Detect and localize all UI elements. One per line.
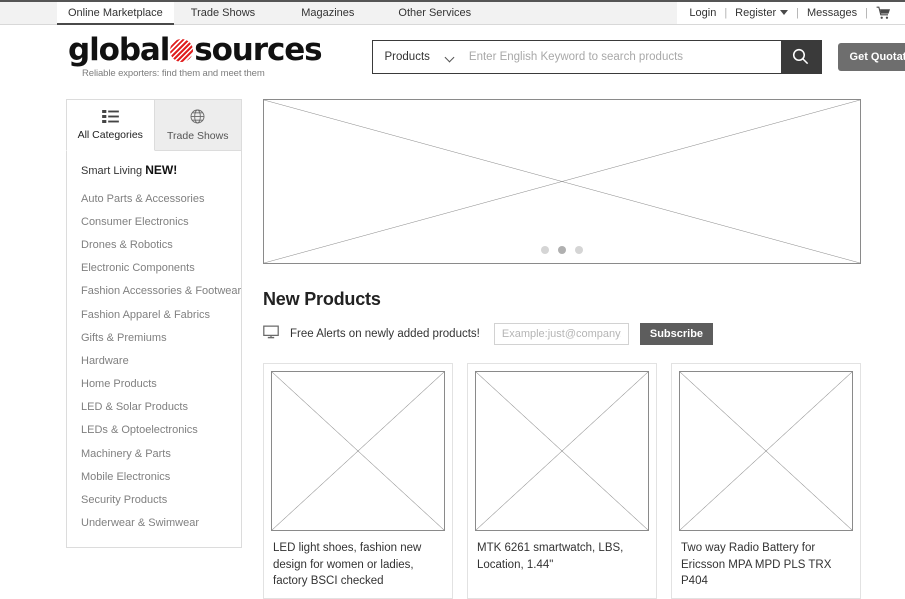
sidebar: All Categories Trade Shows Smart Living [66, 99, 242, 599]
sidebar-item-home-products[interactable]: Home Products [67, 373, 241, 396]
site-logo[interactable]: global sources Reliable exporters: find … [68, 35, 322, 79]
sidebar-item-electronic-components[interactable]: Electronic Components [67, 257, 241, 280]
sidebar-item-gifts-premiums[interactable]: Gifts & Premiums [67, 326, 241, 349]
account-nav: Login | Register | Messages | [677, 2, 905, 24]
sidebar-item-fashion-accessories[interactable]: Fashion Accessories & Footwear [67, 280, 241, 303]
nav-separator: | [865, 7, 868, 19]
product-title: LED light shoes, fashion new design for … [271, 531, 445, 598]
magnifier-icon [792, 48, 809, 65]
nav-item-trade-shows[interactable]: Trade Shows [180, 2, 266, 25]
subscribe-button[interactable]: Subscribe [640, 323, 713, 345]
free-alerts-label: Free Alerts on newly added products! [290, 328, 480, 340]
product-card[interactable]: Two way Radio Battery for Ericsson MPA M… [671, 363, 861, 599]
logo-word-global: global [68, 35, 169, 66]
chevron-down-icon [780, 10, 788, 15]
product-grid: LED light shoes, fashion new design for … [263, 363, 861, 599]
nav-item-magazines[interactable]: Magazines [290, 2, 365, 25]
product-title: Two way Radio Battery for Ericsson MPA M… [679, 531, 853, 598]
logo-tagline: Reliable exporters: find them and meet t… [82, 68, 322, 79]
nav-item-other-services[interactable]: Other Services [387, 2, 482, 25]
search-button[interactable] [781, 41, 821, 73]
sidebar-item-auto-parts[interactable]: Auto Parts & Accessories [67, 187, 241, 210]
register-link[interactable]: Register [735, 7, 788, 19]
page-title: New Products [263, 289, 861, 310]
sidebar-item-machinery-parts[interactable]: Machinery & Parts [67, 442, 241, 465]
sidebar-item-led-solar[interactable]: LED & Solar Products [67, 396, 241, 419]
carousel-dot-2[interactable] [558, 246, 566, 254]
category-list: Smart Living NEW! Auto Parts & Accessori… [66, 151, 242, 548]
messages-link[interactable]: Messages [807, 7, 857, 19]
hero-carousel[interactable] [263, 99, 861, 264]
product-image-placeholder [475, 371, 649, 531]
new-badge: NEW! [145, 163, 177, 177]
sidebar-item-hardware[interactable]: Hardware [67, 349, 241, 372]
sidebar-item-consumer-electronics[interactable]: Consumer Electronics [67, 210, 241, 233]
logo-globe-icon [170, 39, 193, 62]
nav-separator: | [724, 7, 727, 19]
sidebar-item-security-products[interactable]: Security Products [67, 488, 241, 511]
chevron-down-icon [446, 54, 455, 60]
tab-label: Trade Shows [167, 130, 228, 142]
nav-item-label: Other Services [398, 7, 471, 19]
carousel-dot-3[interactable] [575, 246, 583, 254]
site-header: global sources Reliable exporters: find … [0, 25, 905, 88]
sidebar-item-label: Smart Living [81, 165, 142, 177]
nav-item-online-marketplace[interactable]: Online Marketplace [57, 2, 174, 25]
nav-separator: | [796, 7, 799, 19]
sidebar-item-drones-robotics[interactable]: Drones & Robotics [67, 233, 241, 256]
sidebar-item-fashion-apparel[interactable]: Fashion Apparel & Fabrics [67, 303, 241, 326]
sidebar-tabs: All Categories Trade Shows [66, 99, 242, 151]
product-image-placeholder [271, 371, 445, 531]
monitor-icon [263, 325, 279, 344]
globe-icon [190, 109, 205, 127]
logo-wordmark: global sources [68, 35, 322, 66]
logo-word-sources: sources [194, 35, 321, 66]
search-category-label: Products [385, 51, 430, 63]
sidebar-item-smart-living[interactable]: Smart Living NEW! [67, 160, 241, 187]
product-title: MTK 6261 smartwatch, LBS, Location, 1.44… [475, 531, 649, 581]
sidebar-item-mobile-electronics[interactable]: Mobile Electronics [67, 465, 241, 488]
product-card[interactable]: LED light shoes, fashion new design for … [263, 363, 453, 599]
login-link[interactable]: Login [689, 7, 716, 19]
page-content: All Categories Trade Shows Smart Living [0, 88, 905, 599]
search-area: Products Get Quotations [372, 40, 905, 74]
nav-item-label: Trade Shows [191, 7, 255, 19]
shopping-cart-icon[interactable] [876, 6, 891, 20]
tab-all-categories[interactable]: All Categories [66, 99, 155, 151]
sidebar-item-leds-optoelectronics[interactable]: LEDs & Optoelectronics [67, 419, 241, 442]
list-icon-glyph [102, 110, 119, 123]
free-alerts-row: Free Alerts on newly added products! Sub… [263, 323, 861, 345]
get-quotations-button[interactable]: Get Quotations [838, 43, 905, 71]
search-box: Products [372, 40, 822, 74]
tab-trade-shows[interactable]: Trade Shows [155, 99, 243, 151]
main-column: New Products Free Alerts on newly added … [242, 99, 905, 599]
search-category-dropdown[interactable]: Products [373, 41, 465, 73]
carousel-dots [264, 246, 860, 254]
search-input[interactable] [465, 41, 781, 73]
carousel-dot-1[interactable] [541, 246, 549, 254]
primary-nav: Online Marketplace Trade Shows Magazines… [0, 2, 482, 24]
top-utility-nav: Online Marketplace Trade Shows Magazines… [0, 2, 905, 25]
tab-label: All Categories [78, 129, 143, 141]
sidebar-item-underwear-swimwear[interactable]: Underwear & Swimwear [67, 512, 241, 535]
list-icon [102, 110, 119, 126]
register-label: Register [735, 7, 776, 19]
nav-item-label: Magazines [301, 7, 354, 19]
product-image-placeholder [679, 371, 853, 531]
monitor-icon-glyph [263, 325, 279, 339]
email-field[interactable] [494, 323, 629, 345]
globe-icon-glyph [190, 109, 205, 124]
nav-item-label: Online Marketplace [68, 7, 163, 19]
product-card[interactable]: MTK 6261 smartwatch, LBS, Location, 1.44… [467, 363, 657, 599]
